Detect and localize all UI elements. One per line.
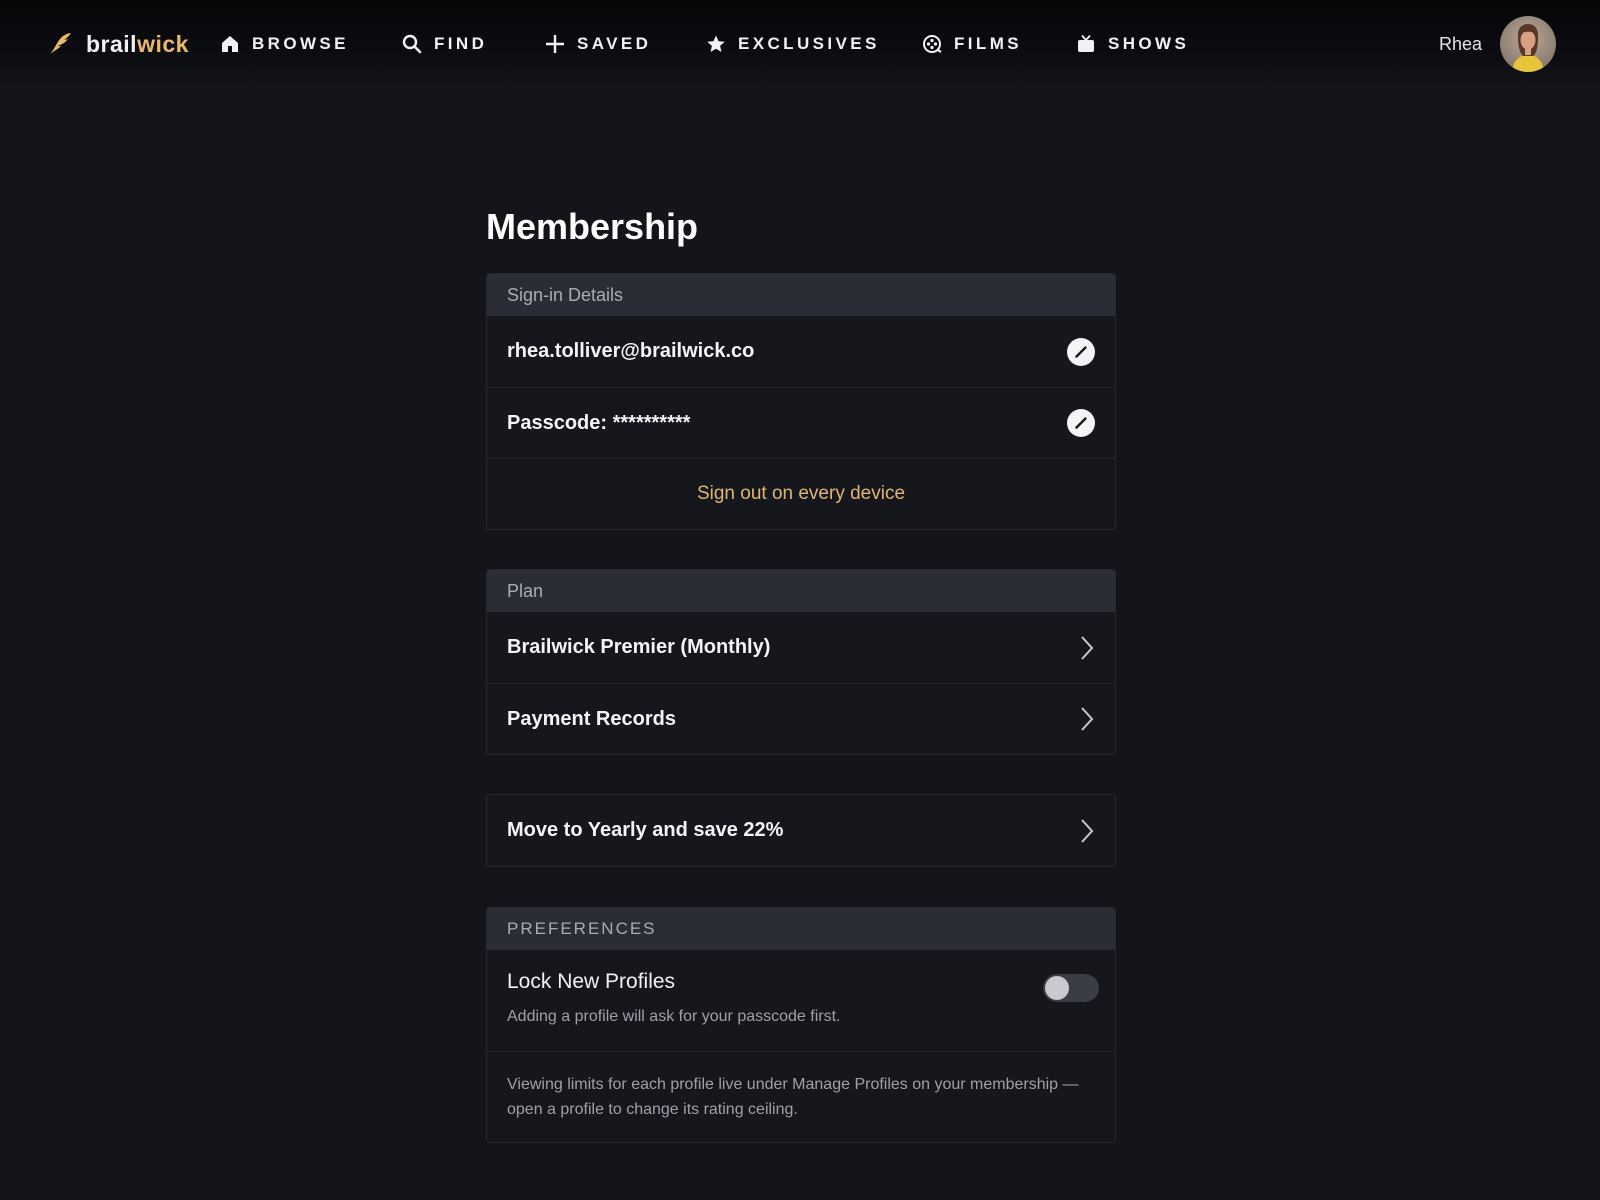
lock-new-profiles-subtitle: Adding a profile will ask for your passc… xyxy=(507,1008,841,1025)
lock-new-profiles-toggle[interactable] xyxy=(1043,974,1099,1002)
nav-item-browse[interactable]: BROWSE xyxy=(220,30,349,58)
lock-new-profiles-row: Lock New Profiles Adding a profile will … xyxy=(487,950,1115,1051)
brand-name-part2: wick xyxy=(137,30,189,57)
avatar-portrait-icon xyxy=(1512,24,1544,72)
tv-icon xyxy=(1078,34,1094,52)
email-value: rhea.tolliver@brailwick.co xyxy=(507,340,755,362)
sign-out-every-device-link[interactable]: Sign out on every device xyxy=(487,458,1115,529)
brand-name-part1: brail xyxy=(86,30,138,57)
page-title: Membership xyxy=(486,206,699,247)
edit-passcode-button[interactable] xyxy=(1067,409,1095,437)
pencil-icon xyxy=(1075,417,1087,429)
nav-label-shows: SHOWS xyxy=(1108,34,1190,53)
brand-logo[interactable]: brail wick xyxy=(46,26,189,62)
nav-item-find[interactable]: FIND xyxy=(402,30,487,58)
user-menu[interactable]: Rhea xyxy=(1439,16,1556,72)
sign-in-details-card: Sign-in Details rhea.tolliver@brailwick.… xyxy=(486,273,1116,530)
current-plan-row[interactable]: Brailwick Premier (Monthly) xyxy=(487,612,1115,683)
avatar[interactable] xyxy=(1500,16,1556,72)
nav-label-films: FILMS xyxy=(954,34,1022,53)
home-icon xyxy=(222,36,238,52)
toggle-knob xyxy=(1045,976,1069,1000)
sign-in-details-header: Sign-in Details xyxy=(487,274,1115,316)
nav-item-saved[interactable]: SAVED xyxy=(545,30,651,58)
star-icon xyxy=(707,35,725,52)
payment-records-row[interactable]: Payment Records xyxy=(487,683,1115,754)
nav-label-exclusives: EXCLUSIVES xyxy=(738,34,880,53)
viewing-limits-note: Viewing limits for each profile live und… xyxy=(487,1051,1115,1142)
payment-records-label: Payment Records xyxy=(507,707,676,730)
plus-icon xyxy=(546,35,564,53)
move-to-yearly-label: Move to Yearly and save 22% xyxy=(507,819,784,841)
upgrade-card: Move to Yearly and save 22% xyxy=(486,794,1116,867)
plan-card: Plan Brailwick Premier (Monthly) Payment… xyxy=(486,569,1116,755)
nav-item-films[interactable]: FILMS xyxy=(922,30,1022,58)
pencil-icon xyxy=(1075,345,1087,358)
nav-label-find: FIND xyxy=(434,34,488,53)
move-to-yearly-row[interactable]: Move to Yearly and save 22% xyxy=(487,795,1115,866)
plan-header: Plan xyxy=(487,570,1115,612)
passcode-value: Passcode: ********** xyxy=(507,411,691,434)
preferences-card: PREFERENCES Lock New Profiles Adding a p… xyxy=(486,907,1116,1143)
preferences-header: PREFERENCES xyxy=(487,908,1115,950)
current-plan-label: Brailwick Premier (Monthly) xyxy=(507,636,771,658)
chevron-right-icon xyxy=(1079,817,1095,845)
search-icon xyxy=(402,34,422,54)
film-icon xyxy=(923,35,942,53)
user-name: Rhea xyxy=(1438,33,1482,54)
edit-email-button[interactable] xyxy=(1067,337,1095,366)
lock-new-profiles-title: Lock New Profiles xyxy=(507,970,676,993)
nav-label-browse: BROWSE xyxy=(252,34,349,53)
nav-label-saved: SAVED xyxy=(577,34,652,53)
chevron-right-icon xyxy=(1079,705,1095,733)
top-navigation-bar: brail wick BROWSE FIND SAVED EXCLUSIVES F… xyxy=(0,0,1600,90)
feather-logo-icon xyxy=(50,33,71,54)
passcode-row: Passcode: ********** xyxy=(487,387,1115,458)
email-row: rhea.tolliver@brailwick.co xyxy=(487,316,1115,387)
nav-item-exclusives[interactable]: EXCLUSIVES xyxy=(706,30,880,58)
chevron-right-icon xyxy=(1079,634,1095,662)
nav-item-shows[interactable]: SHOWS xyxy=(1076,30,1189,58)
